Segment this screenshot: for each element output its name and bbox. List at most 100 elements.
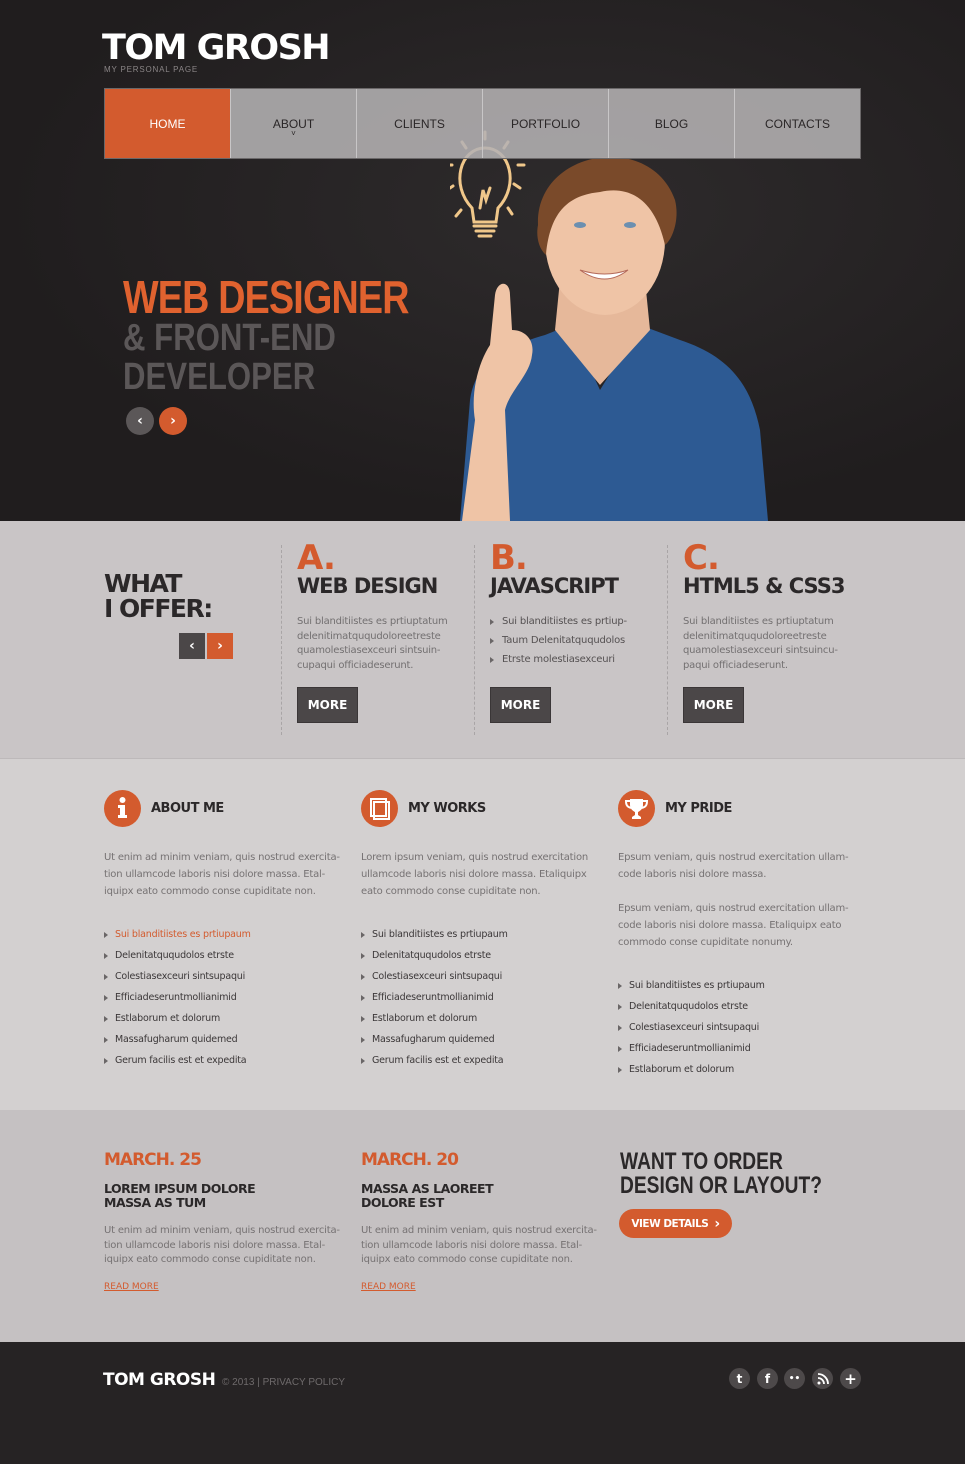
- twitter-icon[interactable]: t: [729, 1368, 750, 1389]
- hero-title: WEB DESIGNER: [123, 271, 409, 323]
- more-button[interactable]: MORE: [297, 687, 358, 723]
- twitter-glyph: t: [736, 1371, 743, 1386]
- more-button[interactable]: MORE: [490, 687, 551, 723]
- offer-card-web-design: A. WEB DESIGN Sui blanditiistes es prtiu…: [297, 540, 467, 673]
- info-column-pride: MY PRIDE Epsum veniam, quis nostrud exer…: [618, 790, 858, 1080]
- news-item: MARCH. 20 MASSA AS LAOREET DOLORE EST Ut…: [361, 1150, 601, 1293]
- offer-card-letter: C.: [683, 538, 720, 578]
- nav-item-about[interactable]: ABOUT ˅: [230, 89, 356, 158]
- news-item: MARCH. 25 LOREM IPSUM DOLORE MASSA AS TU…: [104, 1150, 344, 1293]
- nav-item-portfolio[interactable]: PORTFOLIO: [482, 89, 608, 158]
- list-item-link[interactable]: Efficiadeseruntmollianimid: [361, 987, 601, 1008]
- hero-next-button[interactable]: ›: [159, 407, 187, 435]
- list-item-link[interactable]: Estlaborum et dolorum: [104, 1008, 344, 1029]
- nav-label: CONTACTS: [764, 116, 831, 131]
- footer-logo[interactable]: TOM GROSH: [103, 1370, 216, 1390]
- list-item: Taum Delenitatququdolos: [490, 631, 660, 650]
- facebook-icon[interactable]: f: [757, 1368, 778, 1389]
- list-item-link[interactable]: Delenitatququdolos etrste: [618, 996, 858, 1017]
- column-divider: [667, 545, 668, 735]
- offer-card-text: Sui blanditiistes es prtiuptatum delenit…: [297, 616, 448, 671]
- info-text: Epsum veniam, quis nostrud exercitation …: [618, 852, 849, 880]
- list-item-link[interactable]: Delenitatququdolos etrste: [361, 945, 601, 966]
- rss-icon[interactable]: [812, 1368, 833, 1389]
- chevron-right-icon: ›: [217, 638, 223, 654]
- offer-card-html5-css3: C. HTML5 & CSS3 Sui blanditiistes es prt…: [683, 540, 853, 673]
- news-title-line: MASSA AS TUM: [104, 1195, 206, 1210]
- chevron-right-icon: ›: [714, 1215, 720, 1232]
- view-details-button[interactable]: VIEW DETAILS ›: [619, 1209, 732, 1238]
- list-item-link[interactable]: Gerum facilis est et expedita: [361, 1050, 601, 1071]
- list-item-link[interactable]: Efficiadeseruntmollianimid: [104, 987, 344, 1008]
- list-item: Sui blanditiistes es prtiup-: [490, 612, 660, 631]
- trophy-icon: [618, 790, 655, 827]
- offer-card-list: Sui blanditiistes es prtiup- Taum Deleni…: [490, 612, 660, 669]
- list-item-link[interactable]: Colestiasexceuri sintsupaqui: [361, 966, 601, 987]
- info-heading: ABOUT ME: [151, 801, 224, 816]
- list-item: Etrste molestiasexceuri: [490, 650, 660, 669]
- flickr-glyph: ••: [788, 1373, 801, 1384]
- list-item-link[interactable]: Estlaborum et dolorum: [618, 1059, 858, 1080]
- chevron-left-icon: ‹: [189, 638, 195, 654]
- list-item-link[interactable]: Delenitatququdolos etrste: [104, 945, 344, 966]
- list-item-link[interactable]: Sui blanditiistes es prtiupaum: [104, 924, 344, 945]
- list-item-link[interactable]: Colestiasexceuri sintsupaqui: [104, 966, 344, 987]
- column-divider: [474, 545, 475, 735]
- info-heading: MY PRIDE: [665, 801, 732, 816]
- site-logo[interactable]: TOM GROSH: [102, 28, 331, 68]
- news-date: MARCH. 25: [104, 1150, 202, 1170]
- list-item-link[interactable]: Gerum facilis est et expedita: [104, 1050, 344, 1071]
- list-item-link[interactable]: Massafugharum quidemed: [361, 1029, 601, 1050]
- offer-title: WHAT I OFFER:: [104, 569, 213, 621]
- news-title: LOREM IPSUM DOLORE MASSA AS TUM: [104, 1182, 344, 1210]
- read-more-link[interactable]: READ MORE: [361, 1282, 416, 1292]
- list-item-link[interactable]: Sui blanditiistes es prtiupaum: [618, 975, 858, 996]
- list-item-link[interactable]: Massafugharum quidemed: [104, 1029, 344, 1050]
- nav-item-blog[interactable]: BLOG: [608, 89, 734, 158]
- list-item-link[interactable]: Efficiadeseruntmollianimid: [618, 1038, 858, 1059]
- hero-prev-button[interactable]: ‹: [126, 407, 154, 435]
- hero-subtitle-line1: & FRONT-END: [123, 317, 336, 359]
- list-item-link[interactable]: Estlaborum et dolorum: [361, 1008, 601, 1029]
- offer-card-letter: A.: [297, 538, 336, 578]
- view-details-label: VIEW DETAILS: [631, 1217, 709, 1230]
- site-tagline: MY PERSONAL PAGE: [104, 65, 199, 74]
- info-text: Epsum veniam, quis nostrud exercitation …: [618, 903, 849, 948]
- info-text: Lorem ipsum veniam, quis nostrud exercit…: [361, 852, 589, 897]
- read-more-link[interactable]: READ MORE: [104, 1282, 159, 1292]
- nav-item-clients[interactable]: CLIENTS: [356, 89, 482, 158]
- order-title: WANT TO ORDER DESIGN OR LAYOUT?: [620, 1150, 822, 1198]
- offer-card-heading: HTML5 & CSS3: [683, 574, 845, 598]
- add-icon[interactable]: +: [840, 1368, 861, 1389]
- more-button[interactable]: MORE: [683, 687, 744, 723]
- news-title-line: LOREM IPSUM DOLORE: [104, 1181, 256, 1196]
- add-glyph: +: [844, 1369, 857, 1388]
- info-list: Sui blanditiistes es prtiupaum Delenitat…: [104, 924, 344, 1071]
- offer-card-heading: JAVASCRIPT: [490, 574, 619, 598]
- privacy-policy-link[interactable]: PRIVACY POLICY: [263, 1377, 345, 1388]
- offer-card-text: Sui blanditiistes es prtiuptatum delenit…: [683, 616, 838, 671]
- flickr-icon[interactable]: ••: [784, 1368, 805, 1389]
- offer-card-heading: WEB DESIGN: [297, 574, 438, 598]
- nav-label: HOME: [149, 116, 186, 131]
- info-list: Sui blanditiistes es prtiupaum Delenitat…: [618, 975, 858, 1080]
- news-text: Ut enim ad minim veniam, quis nostrud ex…: [361, 1225, 597, 1265]
- news-title: MASSA AS LAOREET DOLORE EST: [361, 1182, 601, 1210]
- chevron-down-icon: ˅: [291, 129, 296, 138]
- nav-item-contacts[interactable]: CONTACTS: [734, 89, 860, 158]
- news-title-line: MASSA AS LAOREET: [361, 1181, 494, 1196]
- info-column-works: MY WORKS Lorem ipsum veniam, quis nostru…: [361, 790, 601, 1071]
- nav-item-home[interactable]: HOME: [105, 89, 230, 158]
- list-item-link[interactable]: Sui blanditiistes es prtiupaum: [361, 924, 601, 945]
- offer-title-line1: WHAT: [104, 569, 182, 598]
- nav-label: BLOG: [654, 116, 689, 131]
- offer-prev-button[interactable]: ‹: [179, 633, 205, 659]
- nav-label: PORTFOLIO: [510, 116, 581, 131]
- offer-next-button[interactable]: ›: [207, 633, 233, 659]
- hero-person-image: [450, 130, 768, 521]
- facebook-glyph: f: [764, 1371, 771, 1386]
- hero-section: TOM GROSH MY PERSONAL PAGE HOME ABOUT ˅ C…: [0, 0, 965, 521]
- portfolio-icon: [361, 790, 398, 827]
- list-item-link[interactable]: Colestiasexceuri sintsupaqui: [618, 1017, 858, 1038]
- column-divider: [281, 545, 282, 735]
